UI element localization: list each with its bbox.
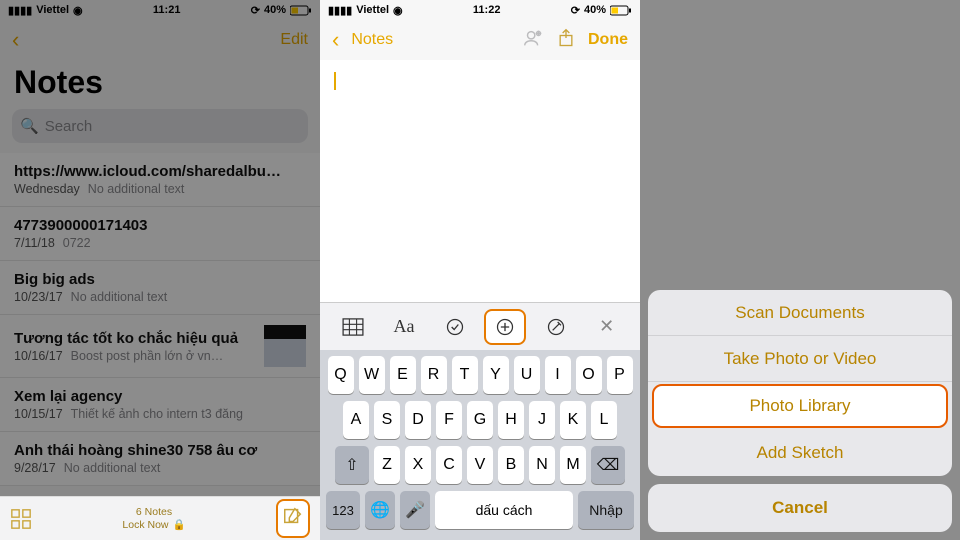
key-g[interactable]: G bbox=[467, 401, 493, 439]
list-item[interactable]: Xem lại agency10/15/17Thiết kế ảnh cho i… bbox=[0, 378, 320, 432]
table-icon[interactable] bbox=[332, 309, 374, 345]
close-icon[interactable]: ✕ bbox=[586, 309, 628, 345]
key-f[interactable]: F bbox=[436, 401, 462, 439]
markup-icon[interactable] bbox=[535, 309, 577, 345]
key-x[interactable]: X bbox=[405, 446, 431, 484]
action-sheet: Scan Documents Take Photo or Video Photo… bbox=[640, 282, 960, 540]
search-icon: 🔍 bbox=[20, 117, 39, 135]
list-item[interactable]: Anh thái hoàng shine30 758 âu cơ9/28/17N… bbox=[0, 432, 320, 486]
keyboard-toolbar: Aa ✕ bbox=[320, 302, 640, 350]
key-o[interactable]: O bbox=[576, 356, 602, 394]
key-z[interactable]: Z bbox=[374, 446, 400, 484]
search-input[interactable]: 🔍 Search bbox=[12, 109, 308, 143]
key-e[interactable]: E bbox=[390, 356, 416, 394]
done-button[interactable]: Done bbox=[588, 31, 628, 49]
bottom-toolbar: 6 Notes Lock Now 🔒 bbox=[0, 496, 320, 540]
key-d[interactable]: D bbox=[405, 401, 431, 439]
back-button[interactable]: Notes bbox=[351, 31, 393, 49]
clock-label: 11:22 bbox=[473, 4, 501, 16]
add-sketch-button[interactable]: Add Sketch bbox=[648, 430, 952, 476]
list-item[interactable]: 47739000001714037/11/180722 bbox=[0, 207, 320, 261]
back-icon[interactable]: ‹ bbox=[12, 27, 19, 53]
collaborate-icon[interactable] bbox=[522, 27, 544, 54]
search-placeholder: Search bbox=[45, 118, 93, 135]
list-item[interactable]: https://www.icloud.com/sharedalbu…Wednes… bbox=[0, 153, 320, 207]
rotation-lock-icon: ⟳ bbox=[571, 4, 580, 17]
list-item[interactable]: Tương tác tốt ko chắc hiệu quả10/16/17Bo… bbox=[0, 315, 320, 378]
key-n[interactable]: N bbox=[529, 446, 555, 484]
notes-count-label: 6 Notes bbox=[122, 506, 185, 519]
battery-icon bbox=[290, 5, 312, 16]
key-p[interactable]: P bbox=[607, 356, 633, 394]
carrier-label: Viettel bbox=[356, 4, 389, 16]
status-bar: ▮▮▮▮ Viettel ◉ 11:21 ⟳ 40% bbox=[0, 0, 320, 20]
text-cursor bbox=[334, 72, 336, 90]
screen-notes-list: ▮▮▮▮ Viettel ◉ 11:21 ⟳ 40% ‹ Edit Notes … bbox=[0, 0, 320, 540]
delete-key[interactable]: ⌫ bbox=[591, 446, 625, 484]
key-j[interactable]: J bbox=[529, 401, 555, 439]
compose-button[interactable] bbox=[276, 499, 310, 538]
key-a[interactable]: A bbox=[343, 401, 369, 439]
lock-icon: 🔒 bbox=[173, 519, 186, 532]
back-icon[interactable]: ‹ bbox=[332, 27, 339, 53]
space-key[interactable]: dấu cách bbox=[435, 491, 573, 529]
key-t[interactable]: T bbox=[452, 356, 478, 394]
notes-list: https://www.icloud.com/sharedalbu…Wednes… bbox=[0, 153, 320, 486]
key-y[interactable]: Y bbox=[483, 356, 509, 394]
key-r[interactable]: R bbox=[421, 356, 447, 394]
battery-percent: 40% bbox=[264, 4, 286, 16]
notes-count-area: 6 Notes Lock Now 🔒 bbox=[122, 506, 185, 531]
key-v[interactable]: V bbox=[467, 446, 493, 484]
plus-icon[interactable] bbox=[484, 309, 526, 345]
screen-note-editor: ▮▮▮▮ Viettel ◉ 11:22 ⟳ 40% ‹ Notes Done Aa ✕… bbox=[320, 0, 640, 540]
text-format-icon[interactable]: Aa bbox=[383, 309, 425, 345]
share-icon[interactable] bbox=[556, 27, 576, 54]
note-thumbnail bbox=[264, 325, 306, 367]
key-s[interactable]: S bbox=[374, 401, 400, 439]
page-title: Notes bbox=[0, 60, 320, 109]
key-m[interactable]: M bbox=[560, 446, 586, 484]
globe-key[interactable]: 🌐 bbox=[365, 491, 395, 529]
wifi-icon: ◉ bbox=[73, 4, 83, 17]
key-b[interactable]: B bbox=[498, 446, 524, 484]
scan-documents-button[interactable]: Scan Documents bbox=[648, 290, 952, 336]
key-k[interactable]: K bbox=[560, 401, 586, 439]
folders-icon[interactable] bbox=[10, 508, 32, 530]
shift-key[interactable]: ⇧ bbox=[335, 446, 369, 484]
cancel-button[interactable]: Cancel bbox=[648, 484, 952, 532]
note-text-area[interactable] bbox=[320, 60, 640, 302]
take-photo-button[interactable]: Take Photo or Video bbox=[648, 336, 952, 382]
key-w[interactable]: W bbox=[359, 356, 385, 394]
checklist-icon[interactable] bbox=[434, 309, 476, 345]
edit-button[interactable]: Edit bbox=[280, 31, 308, 49]
clock-label: 11:21 bbox=[153, 4, 181, 16]
carrier-label: Viettel bbox=[36, 4, 69, 16]
list-item[interactable]: Big big ads10/23/17No additional text bbox=[0, 261, 320, 315]
battery-icon bbox=[610, 5, 632, 16]
mic-key[interactable]: 🎤 bbox=[400, 491, 430, 529]
lock-now-button[interactable]: Lock Now bbox=[122, 519, 168, 532]
key-l[interactable]: L bbox=[591, 401, 617, 439]
signal-icon: ▮▮▮▮ bbox=[8, 4, 32, 17]
screen-insert-sheet: ▮▮▮▮Viettel◉ 11:23 ⟳40% ‹Notes Done Scan… bbox=[640, 0, 960, 540]
key-c[interactable]: C bbox=[436, 446, 462, 484]
wifi-icon: ◉ bbox=[393, 4, 403, 17]
key-h[interactable]: H bbox=[498, 401, 524, 439]
photo-library-button[interactable]: Photo Library bbox=[652, 384, 948, 428]
battery-percent: 40% bbox=[584, 4, 606, 16]
key-u[interactable]: U bbox=[514, 356, 540, 394]
nav-bar: ‹ Notes Done bbox=[320, 20, 640, 60]
nav-bar: ‹ Edit bbox=[0, 20, 320, 60]
signal-icon: ▮▮▮▮ bbox=[328, 4, 352, 17]
keyboard: QWERTYUIOP ASDFGHJKL ⇧ ZXCVBNM ⌫ 123 🌐 🎤… bbox=[320, 350, 640, 540]
return-key[interactable]: Nhập bbox=[578, 491, 634, 529]
numbers-key[interactable]: 123 bbox=[326, 491, 360, 529]
key-q[interactable]: Q bbox=[328, 356, 354, 394]
status-bar: ▮▮▮▮ Viettel ◉ 11:22 ⟳ 40% bbox=[320, 0, 640, 20]
rotation-lock-icon: ⟳ bbox=[251, 4, 260, 17]
key-i[interactable]: I bbox=[545, 356, 571, 394]
